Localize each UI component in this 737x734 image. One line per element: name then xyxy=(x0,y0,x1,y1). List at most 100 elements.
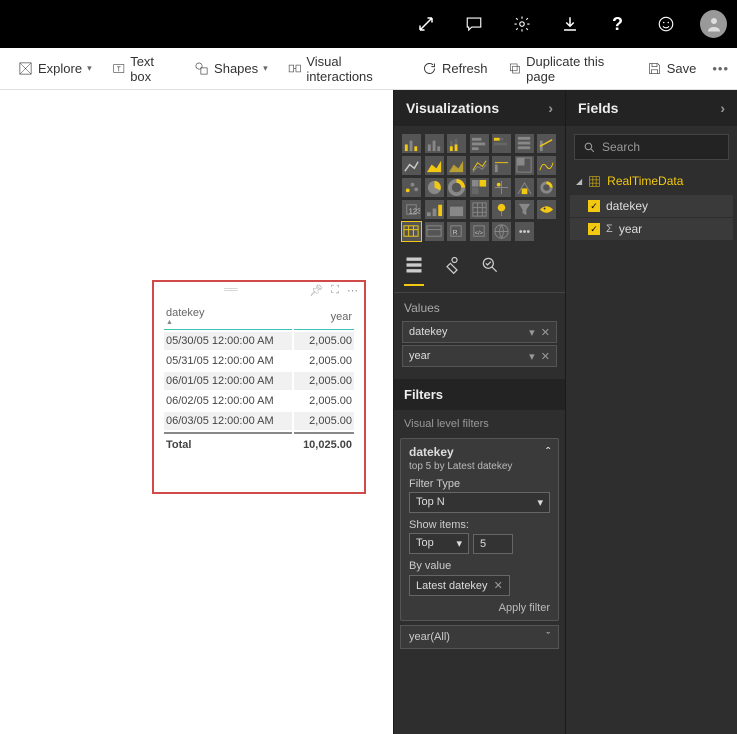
viz-type-icon[interactable] xyxy=(425,222,444,241)
feedback-icon[interactable] xyxy=(641,0,689,48)
field-item[interactable]: ✓datekey xyxy=(570,195,733,217)
refresh-button[interactable]: Refresh xyxy=(412,61,498,76)
viz-type-icon[interactable] xyxy=(447,178,466,197)
visual-more-icon[interactable]: ⋯ xyxy=(347,284,358,297)
viz-type-icon[interactable]: 123 xyxy=(402,200,421,219)
by-value-label: By value xyxy=(409,560,550,572)
values-label: Values xyxy=(394,293,565,319)
table-row[interactable]: 06/02/05 12:00:00 AM2,005.00 xyxy=(164,392,354,410)
viz-type-icon[interactable] xyxy=(425,200,444,219)
viz-type-icon[interactable] xyxy=(425,178,444,197)
filter-field-name: datekey xyxy=(409,445,454,459)
viz-type-icon[interactable] xyxy=(492,156,511,175)
textbox-button[interactable]: Text box xyxy=(102,54,184,84)
shapes-label: Shapes xyxy=(214,61,258,76)
app-titlebar: ? xyxy=(0,0,737,48)
viz-type-icon[interactable] xyxy=(515,156,534,175)
viz-type-icon[interactable] xyxy=(537,178,556,197)
by-value-chip[interactable]: Latest datekey✕ xyxy=(409,575,510,596)
viz-type-icon[interactable] xyxy=(515,222,534,241)
checkbox-icon[interactable]: ✓ xyxy=(588,200,600,212)
drag-handle-icon[interactable]: ══ xyxy=(224,284,236,296)
table-realtimedata[interactable]: ◢ RealTimeData xyxy=(566,168,737,194)
explore-button[interactable]: Explore▾ xyxy=(8,61,102,76)
viz-type-icon[interactable] xyxy=(470,178,489,197)
focus-icon[interactable]: ⛶ xyxy=(331,284,339,297)
visual-filters-label: Visual level filters xyxy=(394,410,565,434)
table-row[interactable]: 05/30/05 12:00:00 AM2,005.00 xyxy=(164,332,354,350)
apply-filter-button[interactable]: Apply filter xyxy=(409,602,550,614)
checkbox-icon[interactable]: ✓ xyxy=(588,223,600,235)
filter-type-select[interactable]: Top N▾ xyxy=(409,492,550,513)
viz-type-icon[interactable] xyxy=(447,134,466,153)
viz-type-icon[interactable] xyxy=(402,222,421,241)
viz-type-icon[interactable] xyxy=(515,178,534,197)
chat-icon[interactable] xyxy=(449,0,497,48)
help-icon[interactable]: ? xyxy=(593,0,641,48)
viz-type-icon[interactable] xyxy=(402,156,421,175)
viz-panel-title: Visualizations xyxy=(406,100,499,116)
viz-type-icon[interactable] xyxy=(425,156,444,175)
filter-card-datekey: datekeyˆ top 5 by Latest datekey Filter … xyxy=(400,438,559,621)
viz-type-icon[interactable] xyxy=(447,200,466,219)
visual-interactions-button[interactable]: Visual interactions xyxy=(278,54,412,84)
filter-type-label: Filter Type xyxy=(409,478,550,490)
table-visual[interactable]: ══ 📌︎ ⛶ ⋯ datekey▲ year 05/30/05 12:00:0… xyxy=(152,280,366,494)
filter-card-year[interactable]: year(All)ˇ xyxy=(400,625,559,649)
visual-interactions-label: Visual interactions xyxy=(306,54,402,84)
viz-type-icon[interactable] xyxy=(492,200,511,219)
table-row[interactable]: 06/03/05 12:00:00 AM2,005.00 xyxy=(164,412,354,430)
duplicate-label: Duplicate this page xyxy=(526,54,627,84)
filters-header: Filters xyxy=(394,379,565,410)
col-header-year[interactable]: year xyxy=(294,304,354,330)
viz-type-icon[interactable] xyxy=(537,156,556,175)
svg-text:123: 123 xyxy=(409,206,420,215)
duplicate-button[interactable]: Duplicate this page xyxy=(498,54,637,84)
viz-type-icon[interactable] xyxy=(515,134,534,153)
collapse-filter-icon[interactable]: ˆ xyxy=(546,445,550,459)
toolbar-more-icon[interactable]: ••• xyxy=(712,61,729,76)
viz-type-icon[interactable] xyxy=(537,200,556,219)
viz-type-icon[interactable] xyxy=(537,134,556,153)
viz-type-icon[interactable] xyxy=(470,200,489,219)
svg-text:</>: </> xyxy=(474,230,483,236)
pin-icon[interactable]: 📌︎ xyxy=(309,284,323,297)
settings-icon[interactable] xyxy=(497,0,545,48)
field-item[interactable]: ✓Σyear xyxy=(570,218,733,240)
analytics-tab[interactable] xyxy=(480,255,500,286)
download-icon[interactable] xyxy=(545,0,593,48)
collapse-icon[interactable]: › xyxy=(548,100,553,116)
value-field-datekey[interactable]: datekey▾ ✕ xyxy=(402,321,557,343)
viz-type-icon[interactable] xyxy=(402,178,421,197)
viz-type-icon[interactable] xyxy=(425,134,444,153)
search-input[interactable]: Search xyxy=(574,134,729,160)
explore-label: Explore xyxy=(38,61,82,76)
viz-type-icon[interactable] xyxy=(492,134,511,153)
viz-type-icon[interactable] xyxy=(515,200,534,219)
save-label: Save xyxy=(667,61,697,76)
count-input[interactable]: 5 xyxy=(473,534,513,554)
viz-type-icon[interactable] xyxy=(492,178,511,197)
viz-type-icon[interactable] xyxy=(470,156,489,175)
save-button[interactable]: Save xyxy=(637,61,707,76)
direction-select[interactable]: Top▾ xyxy=(409,533,469,554)
fields-panel: Fields › Search ◢ RealTimeData ✓datekey✓… xyxy=(565,90,737,734)
avatar-icon[interactable] xyxy=(689,0,737,48)
viz-type-icon[interactable] xyxy=(470,134,489,153)
viz-type-icon[interactable]: </> xyxy=(470,222,489,241)
viz-type-icon[interactable] xyxy=(492,222,511,241)
table-row[interactable]: 06/01/05 12:00:00 AM2,005.00 xyxy=(164,372,354,390)
viz-type-icon[interactable] xyxy=(402,134,421,153)
report-canvas[interactable]: ══ 📌︎ ⛶ ⋯ datekey▲ year 05/30/05 12:00:0… xyxy=(0,90,393,734)
viz-type-icon[interactable] xyxy=(447,156,466,175)
fields-tab[interactable] xyxy=(404,255,424,286)
col-header-datekey[interactable]: datekey▲ xyxy=(164,304,292,330)
expand-icon[interactable] xyxy=(401,0,449,48)
viz-type-icon[interactable]: R xyxy=(447,222,466,241)
format-tab[interactable] xyxy=(442,255,462,286)
textbox-label: Text box xyxy=(130,54,174,84)
value-field-year[interactable]: year▾ ✕ xyxy=(402,345,557,367)
table-row[interactable]: 05/31/05 12:00:00 AM2,005.00 xyxy=(164,352,354,370)
collapse-icon[interactable]: › xyxy=(720,100,725,116)
shapes-button[interactable]: Shapes▾ xyxy=(184,61,278,76)
